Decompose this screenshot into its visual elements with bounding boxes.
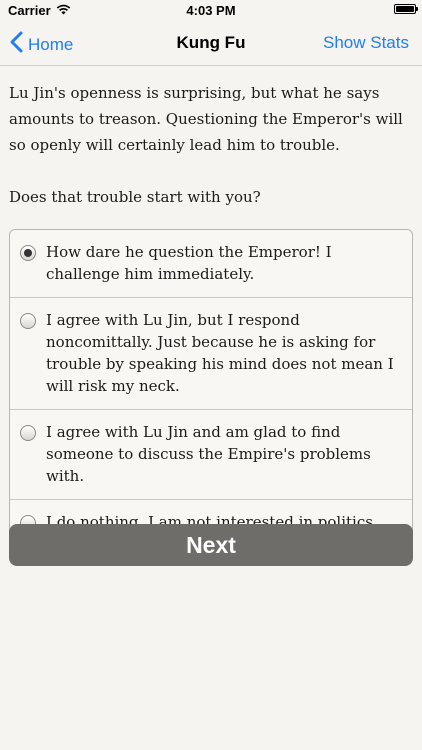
radio-button-icon[interactable] bbox=[20, 425, 36, 441]
choice-label: I agree with Lu Jin, but I respond nonco… bbox=[46, 311, 394, 395]
story-paragraph: Does that trouble start with you? bbox=[9, 188, 261, 206]
status-bar: Carrier 4:03 PM bbox=[0, 0, 422, 22]
next-button[interactable]: Next bbox=[9, 524, 413, 566]
radio-button-icon[interactable] bbox=[20, 313, 36, 329]
choice-list: How dare he question the Emperor! I chal… bbox=[9, 229, 413, 546]
navigation-bar: Home Kung Fu Show Stats bbox=[0, 22, 422, 66]
status-right bbox=[394, 4, 418, 14]
choice-label: How dare he question the Emperor! I chal… bbox=[46, 243, 332, 283]
choice-label: I agree with Lu Jin and am glad to find … bbox=[46, 423, 371, 485]
choice-item-1[interactable]: How dare he question the Emperor! I chal… bbox=[10, 230, 412, 298]
show-stats-button[interactable]: Show Stats bbox=[323, 33, 409, 53]
choice-item-2[interactable]: I agree with Lu Jin, but I respond nonco… bbox=[10, 298, 412, 410]
story-text: Lu Jin's openness is surprising, but wha… bbox=[9, 80, 413, 236]
battery-icon bbox=[394, 4, 418, 14]
status-time: 4:03 PM bbox=[186, 3, 236, 18]
radio-button-icon[interactable] bbox=[20, 245, 36, 261]
choice-item-3[interactable]: I agree with Lu Jin and am glad to find … bbox=[10, 410, 412, 500]
story-paragraph: Lu Jin's openness is surprising, but wha… bbox=[9, 84, 403, 154]
